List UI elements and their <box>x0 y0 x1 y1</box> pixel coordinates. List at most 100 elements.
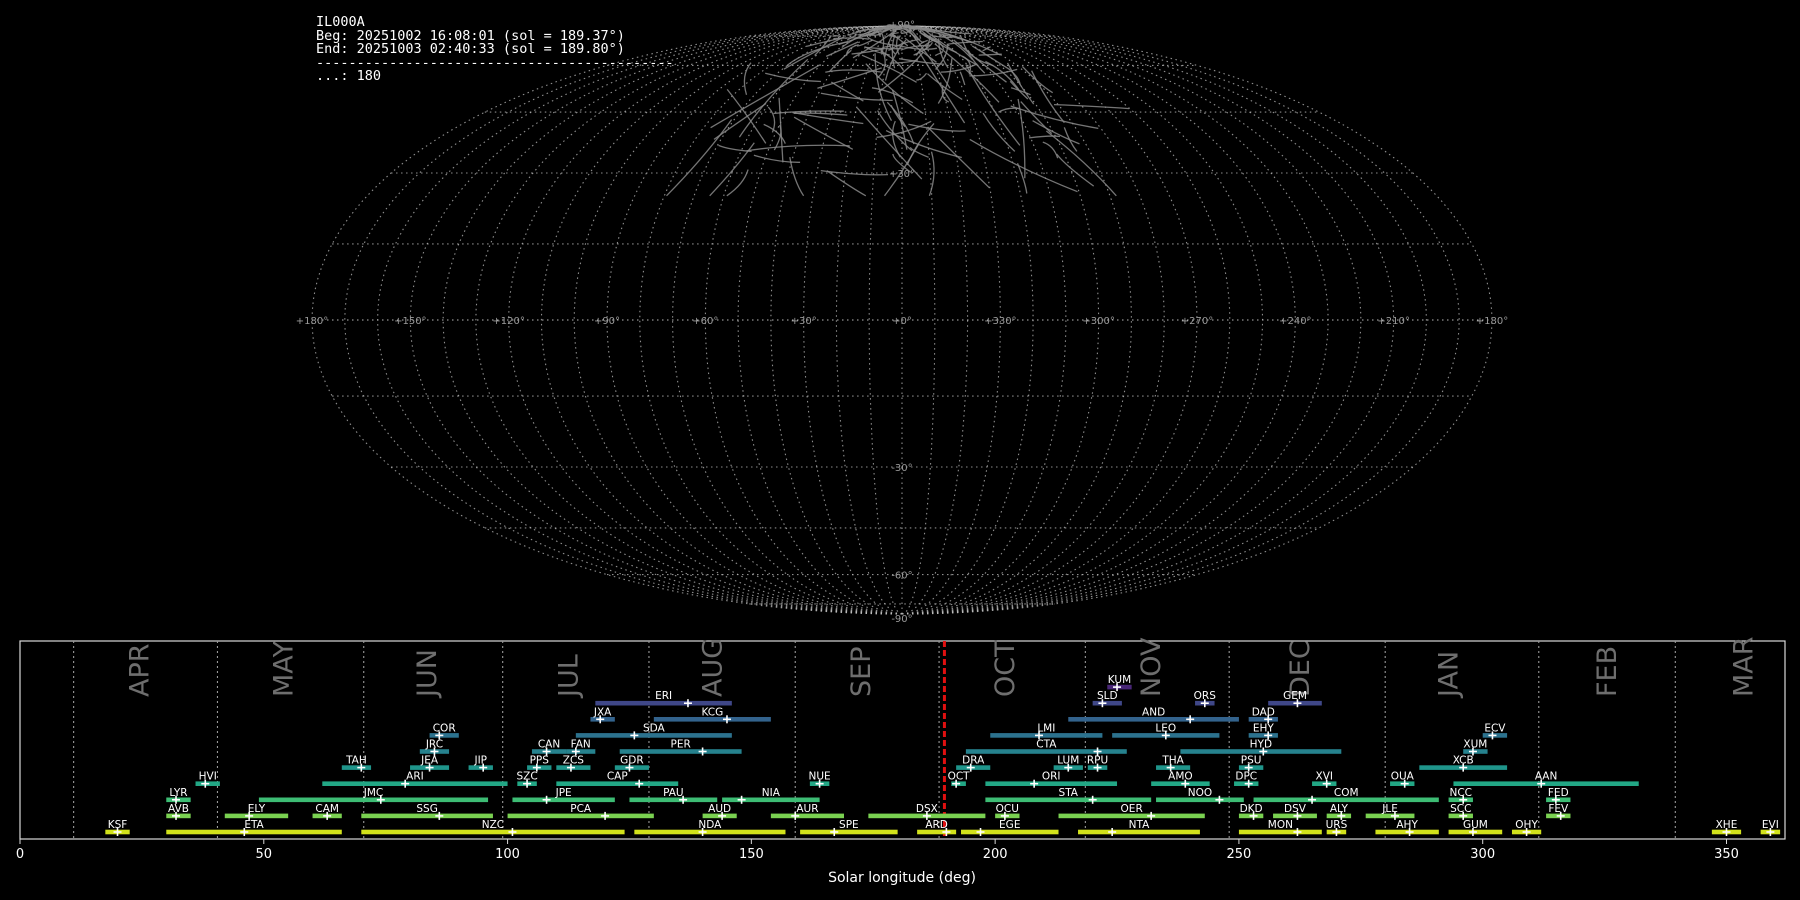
month-label: APR <box>124 643 155 697</box>
shower-label: PAU <box>663 787 684 799</box>
lon-tick-label: +240° <box>1279 316 1311 327</box>
shower-label: OHY <box>1515 819 1538 831</box>
shower-label: ARI <box>406 771 424 783</box>
shower-label: EHY <box>1253 722 1275 734</box>
shower-label: HVI <box>199 771 217 783</box>
shower-label: ECV <box>1484 722 1506 734</box>
shower-label: OER <box>1121 803 1143 815</box>
shower-label: NIA <box>762 787 781 799</box>
meteor-track <box>1045 130 1117 197</box>
shower-label: EVI <box>1762 819 1779 831</box>
shower-label: RPU <box>1087 755 1108 767</box>
meteor-track <box>710 64 821 129</box>
shower-label: XHE <box>1716 819 1738 831</box>
shower-label: FAN <box>571 739 591 751</box>
meteor-track <box>793 116 854 150</box>
month-label: DEC <box>1285 640 1316 697</box>
x-axis-ticks: 0 50 100 150 200 250 300 350 <box>16 839 1739 862</box>
lat-tick-label: -90° <box>891 614 912 625</box>
shower-label: TAH <box>345 755 367 767</box>
shower-label: JEA <box>420 755 439 767</box>
shower-label: GEM <box>1283 690 1307 702</box>
shower-label: SPE <box>839 819 859 831</box>
shower-label: CAP <box>607 771 628 783</box>
stage: +180° +150° +120° +90° +60° +30° +0° +330° +300°… <box>16 20 1786 886</box>
month-label: SEP <box>846 647 877 697</box>
meteor-track <box>856 39 873 47</box>
shower-label: DPC <box>1235 771 1257 783</box>
lat-tick-label: -60° <box>891 571 912 582</box>
shower-label: JIP <box>473 755 487 767</box>
lon-tick-label: +60° <box>692 316 718 327</box>
shower-label: CAN <box>538 739 560 751</box>
month-label: OCT <box>990 640 1021 697</box>
shower-label: NZC <box>482 819 504 831</box>
shower-label: NUE <box>809 771 831 783</box>
meteor-count: ...: 180 <box>316 68 382 84</box>
shower-label: AHY <box>1396 819 1418 831</box>
shower-label: OCT <box>948 771 971 783</box>
shower-label: FEV <box>1548 803 1569 815</box>
shower-label: STA <box>1059 787 1079 799</box>
x-tick-label: 250 <box>1227 847 1252 862</box>
month-label: FEB <box>1592 646 1623 697</box>
meteor-track <box>778 97 784 163</box>
shower-label: JRC <box>425 739 443 751</box>
meteor-track <box>1053 103 1130 110</box>
month-label: JUL <box>554 654 585 699</box>
month-label: MAY <box>268 640 299 697</box>
meteor-track <box>1031 70 1065 124</box>
shower-label: ELY <box>248 803 266 815</box>
x-tick-label: 0 <box>16 847 24 862</box>
shower-label: PSU <box>1241 755 1262 767</box>
lon-tick-label: +0° <box>892 316 912 327</box>
shower-label: ORS <box>1194 690 1217 702</box>
lon-tick-label: +210° <box>1377 316 1409 327</box>
shower-label: ETA <box>244 819 264 831</box>
shower-label: PPS <box>530 755 550 767</box>
x-tick-label: 350 <box>1714 847 1739 862</box>
shower-label: LUM <box>1057 755 1079 767</box>
lon-tick-label: +300° <box>1082 316 1114 327</box>
meteor-track <box>959 71 966 86</box>
month-label: JUN <box>412 649 443 699</box>
shower-label: ALY <box>1330 803 1349 815</box>
shower-label: KSF <box>108 819 128 831</box>
shower-label: AAN <box>1535 771 1558 783</box>
lon-tick-label: +180° <box>1476 316 1508 327</box>
shower-label: OUA <box>1391 771 1415 783</box>
shower-label: THA <box>1161 755 1184 767</box>
shower-label: ZCS <box>563 755 585 767</box>
shower-bars: KSF ETA NZC NDA SPE ARD EGE NTA MON URS AHY GUM OHY X… <box>105 674 1781 836</box>
shower-label: NOO <box>1188 787 1212 799</box>
shower-label: NDA <box>698 819 722 831</box>
x-tick-label: 150 <box>739 847 764 862</box>
meteor-track <box>1042 141 1059 159</box>
shower-label: NTA <box>1129 819 1150 831</box>
shower-label: AND <box>1142 706 1165 718</box>
shower-label: EGE <box>999 819 1020 831</box>
shower-label: AUR <box>796 803 818 815</box>
month-labels: APR MAY JUN JUL AUG SEP OCT NOV DEC JAN FEB MAR <box>124 636 1759 699</box>
all-sky-map: +180° +150° +120° +90° +60° +30° +0° +330° +300°… <box>296 20 1508 625</box>
shower-label: SZC <box>516 771 537 783</box>
month-label: NOV <box>1136 637 1167 697</box>
lon-tick-label: +270° <box>1181 316 1213 327</box>
meteor-track <box>832 35 841 38</box>
lon-tick-label: +120° <box>492 316 524 327</box>
shower-label: SCC <box>1450 803 1471 815</box>
lon-tick-label: +180° <box>296 316 328 327</box>
meteor-track <box>753 154 801 163</box>
shower-label: NCC <box>1450 787 1473 799</box>
shower-label: KUM <box>1108 674 1131 686</box>
shower-label: SLD <box>1097 690 1118 702</box>
shower-label: KCG <box>701 706 723 718</box>
shower-label: LMI <box>1037 722 1055 734</box>
shower-label: HYD <box>1250 739 1272 751</box>
meteor-track <box>934 43 1000 103</box>
meteor-track <box>746 144 850 152</box>
shower-label: XVI <box>1316 771 1333 783</box>
shower-label: COR <box>433 722 456 734</box>
month-label: JAN <box>1434 651 1465 699</box>
x-tick-label: 200 <box>983 847 1008 862</box>
